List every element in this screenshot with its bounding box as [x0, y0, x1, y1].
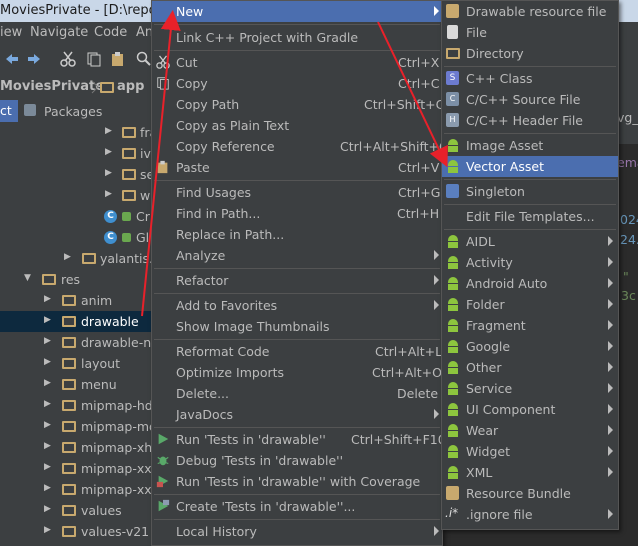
annotation-arrow-new [141, 10, 181, 317]
annotation-arrow-vector-asset [377, 21, 448, 168]
annotation-arrows [141, 10, 448, 317]
